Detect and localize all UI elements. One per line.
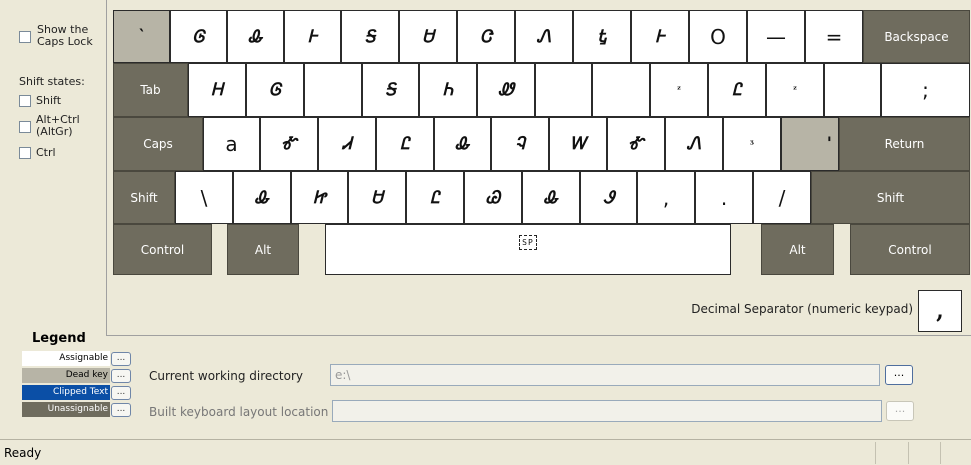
return-key[interactable]: Return bbox=[839, 117, 970, 171]
status-bar: Ready bbox=[0, 439, 971, 465]
key-r[interactable]: Ꭶ bbox=[362, 63, 419, 117]
key-2[interactable]: Ꮂ bbox=[227, 10, 284, 63]
key-c[interactable]: Ꮜ bbox=[348, 171, 406, 224]
key-9[interactable]: Ꮀ bbox=[631, 10, 689, 63]
caps-key[interactable]: Caps bbox=[113, 117, 203, 171]
key-n[interactable]: Ꮂ bbox=[522, 171, 580, 224]
decimal-separator-label: Decimal Separator (numeric keypad) bbox=[691, 302, 913, 316]
show-caps-lock-label: Show the Caps Lock bbox=[37, 24, 93, 48]
key-k[interactable]: Ꮉ bbox=[607, 117, 665, 171]
key-d[interactable]: Ꮧ bbox=[318, 117, 376, 171]
key-y[interactable]: Ꮺ bbox=[477, 63, 535, 117]
legend-dead-key: Dead key bbox=[22, 368, 110, 383]
ctrl-checkbox-label: Ctrl bbox=[36, 146, 56, 159]
key-8[interactable]: Ꮏ bbox=[573, 10, 631, 63]
key-h[interactable]: Ꮈ bbox=[491, 117, 549, 171]
key-f[interactable]: Ꮭ bbox=[376, 117, 434, 171]
key-semicolon[interactable]: ᶾ bbox=[723, 117, 781, 171]
alt-right-key[interactable]: Alt bbox=[761, 224, 834, 275]
key-x[interactable]: Ꮵ bbox=[291, 171, 348, 224]
shift-right-key[interactable]: Shift bbox=[811, 171, 970, 224]
legend-unassignable: Unassignable bbox=[22, 402, 110, 417]
key-oem102[interactable]: \ bbox=[175, 171, 233, 224]
key-w[interactable]: Ꮆ bbox=[246, 63, 304, 117]
key-p[interactable]: Ꮭ bbox=[708, 63, 766, 117]
shift-left-key[interactable]: Shift bbox=[113, 171, 175, 224]
build-location-label: Built keyboard layout location bbox=[149, 405, 329, 419]
key-equals[interactable]: = bbox=[805, 10, 863, 63]
key-4[interactable]: Ꭶ bbox=[341, 10, 399, 63]
key-period[interactable]: . bbox=[695, 171, 753, 224]
backspace-key[interactable]: Backspace bbox=[863, 10, 970, 63]
key-b[interactable]: Ꮚ bbox=[464, 171, 522, 224]
control-left-key[interactable]: Control bbox=[113, 224, 212, 275]
key-6[interactable]: Ꮳ bbox=[457, 10, 515, 63]
shift-checkbox-label: Shift bbox=[36, 94, 62, 107]
space-marker: SP bbox=[519, 235, 537, 250]
legend-dead-key-button[interactable]: ... bbox=[111, 369, 131, 383]
key-minus[interactable]: — bbox=[747, 10, 805, 63]
key-m[interactable]: Ꮽ bbox=[580, 171, 637, 224]
shift-states-label: Shift states: bbox=[19, 75, 85, 88]
tab-key[interactable]: Tab bbox=[113, 63, 188, 117]
key-e[interactable] bbox=[304, 63, 362, 117]
altgr-checkbox-label: Alt+Ctrl (AltGr) bbox=[36, 114, 80, 138]
status-divider bbox=[875, 442, 876, 464]
keyboard-layout: ` Ꮆ Ꮂ Ꮀ Ꭶ Ꮜ Ꮳ Ꮑ Ꮏ Ꮀ O — = Backspace Tab … bbox=[106, 0, 971, 336]
key-s[interactable]: Ꮉ bbox=[260, 117, 318, 171]
key-g[interactable]: Ꮂ bbox=[434, 117, 491, 171]
alt-left-key[interactable]: Alt bbox=[227, 224, 299, 275]
key-backslash[interactable]: ; bbox=[881, 63, 970, 117]
key-right-bracket[interactable] bbox=[824, 63, 881, 117]
left-panel: Show the Caps Lock Shift states: Shift A… bbox=[0, 0, 105, 335]
legend-clipped-text-button[interactable]: ... bbox=[111, 386, 131, 400]
key-1[interactable]: Ꮆ bbox=[170, 10, 227, 63]
key-a[interactable]: a bbox=[203, 117, 260, 171]
control-right-key[interactable]: Control bbox=[850, 224, 970, 275]
shift-checkbox[interactable] bbox=[19, 95, 31, 107]
altgr-checkbox[interactable] bbox=[19, 121, 31, 133]
build-location-field[interactable] bbox=[332, 400, 882, 422]
key-o[interactable]: ᶻ bbox=[650, 63, 708, 117]
key-slash[interactable]: / bbox=[753, 171, 811, 224]
key-left-bracket[interactable]: ᶻ bbox=[766, 63, 824, 117]
build-location-browse-button[interactable]: ... bbox=[886, 401, 914, 421]
key-t[interactable]: Ꮒ bbox=[419, 63, 477, 117]
key-5[interactable]: Ꮜ bbox=[399, 10, 457, 63]
cwd-browse-button[interactable]: ... bbox=[885, 365, 913, 385]
status-text: Ready bbox=[4, 446, 42, 460]
key-v[interactable]: Ꮭ bbox=[406, 171, 464, 224]
key-0[interactable]: O bbox=[689, 10, 747, 63]
show-caps-line2: Caps Lock bbox=[37, 35, 93, 48]
cwd-field[interactable]: e:\ bbox=[330, 364, 880, 386]
key-7[interactable]: Ꮑ bbox=[515, 10, 573, 63]
altgr-line2: (AltGr) bbox=[36, 125, 73, 138]
legend-assignable-button[interactable]: ... bbox=[111, 352, 131, 366]
key-l[interactable]: Ꮑ bbox=[665, 117, 723, 171]
key-u[interactable] bbox=[535, 63, 592, 117]
status-divider bbox=[940, 442, 941, 464]
key-3[interactable]: Ꮀ bbox=[284, 10, 341, 63]
ctrl-checkbox[interactable] bbox=[19, 147, 31, 159]
key-q[interactable]: Ꮋ bbox=[188, 63, 246, 117]
legend-unassignable-button[interactable]: ... bbox=[111, 403, 131, 417]
decimal-separator-key[interactable]: , bbox=[918, 290, 962, 332]
key-j[interactable]: Ꮃ bbox=[549, 117, 607, 171]
key-apostrophe[interactable]: ' bbox=[781, 117, 839, 171]
key-i[interactable] bbox=[592, 63, 650, 117]
key-grave[interactable]: ` bbox=[113, 10, 170, 63]
cwd-label: Current working directory bbox=[149, 369, 303, 383]
key-comma[interactable]: , bbox=[637, 171, 695, 224]
key-z[interactable]: Ꮂ bbox=[233, 171, 291, 224]
space-key[interactable]: SP bbox=[325, 224, 731, 275]
show-caps-lock-checkbox[interactable] bbox=[19, 31, 31, 43]
status-divider bbox=[908, 442, 909, 464]
legend-title: Legend bbox=[32, 331, 86, 346]
legend-clipped-text: Clipped Text bbox=[22, 385, 110, 400]
legend-assignable: Assignable bbox=[22, 351, 110, 366]
